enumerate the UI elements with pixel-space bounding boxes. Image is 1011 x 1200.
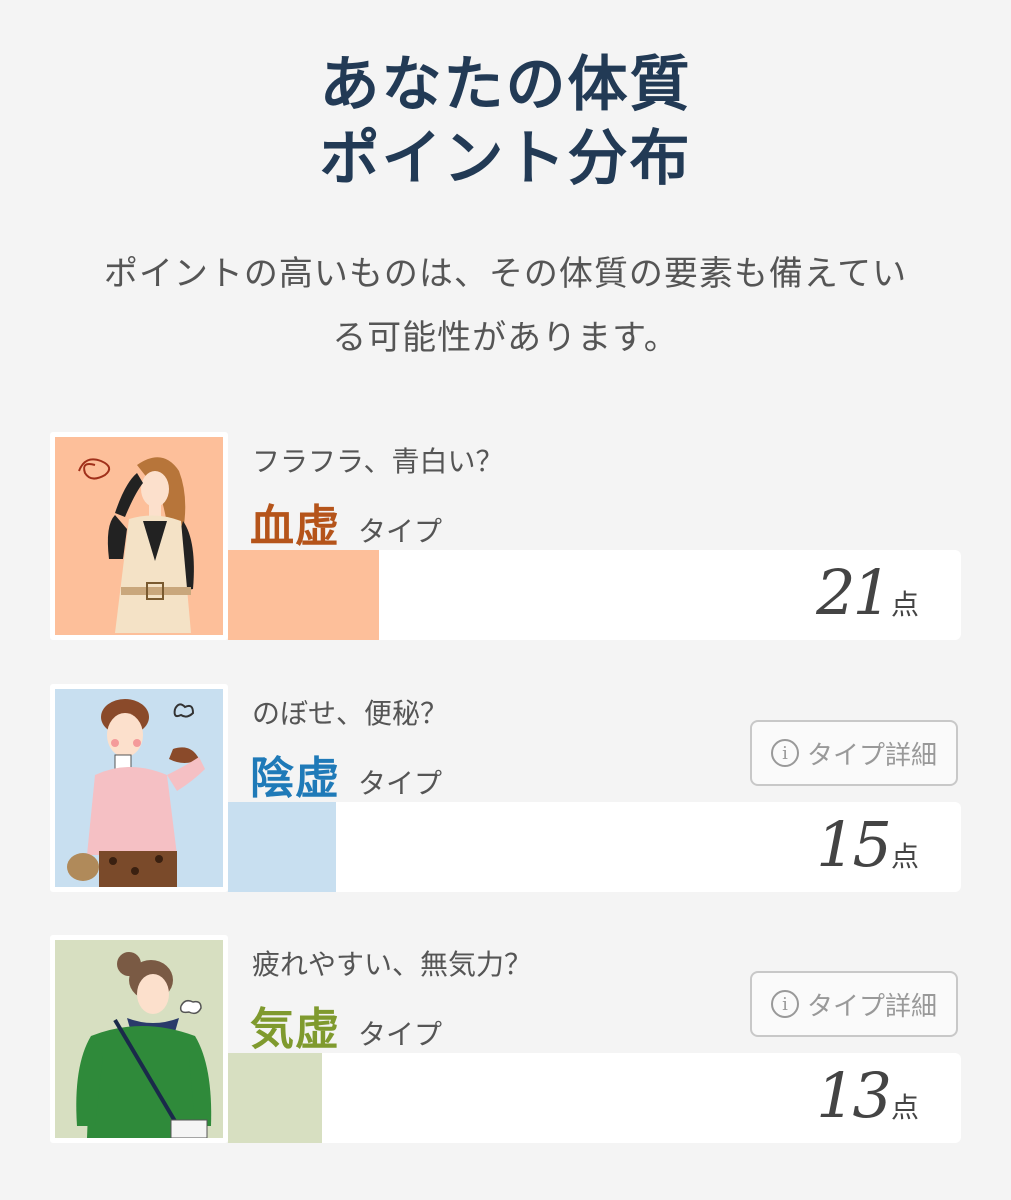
type-detail-button[interactable]: i タイプ詳細 <box>750 971 958 1037</box>
score-bar: 21点 <box>228 550 961 640</box>
type-subtitle: 疲れやすい、無気力？ <box>252 948 533 981</box>
type-suffix: タイプ <box>358 1018 443 1051</box>
page-title-line1: あなたの体質 <box>319 50 692 120</box>
type-heading: 血虚 タイプ <box>250 490 442 554</box>
score-unit: 点 <box>890 1091 919 1124</box>
page-description-line1: ポイントの高いものは、その体質の要素も備えてい <box>103 254 908 294</box>
type-thumbnail <box>50 684 228 892</box>
woman-drinking-illustration-icon <box>55 689 223 887</box>
type-detail-label: タイプ詳細 <box>806 991 937 1022</box>
score-display: 13点 <box>816 1059 919 1132</box>
score-value: 13 <box>816 1059 892 1132</box>
type-card-kikyo[interactable]: 疲れやすい、無気力？ 気虚 タイプ i タイプ詳細 13点 <box>50 935 961 1143</box>
score-bar-fill <box>228 550 379 640</box>
score-value: 15 <box>816 808 892 881</box>
type-card-inkyo[interactable]: のぼせ、便秘？ 陰虚 タイプ i タイプ詳細 15点 <box>50 684 961 892</box>
score-display: 21点 <box>816 556 919 629</box>
score-display: 15点 <box>816 808 919 881</box>
score-unit: 点 <box>890 840 919 873</box>
score-bar: 15点 <box>228 802 961 892</box>
type-heading: 陰虚 タイプ <box>250 742 442 806</box>
type-subtitle: のぼせ、便秘？ <box>252 697 449 730</box>
type-thumbnail <box>50 935 228 1143</box>
type-detail-button[interactable]: i タイプ詳細 <box>750 720 958 786</box>
type-heading: 気虚 タイプ <box>250 993 442 1057</box>
type-thumbnail <box>50 432 228 640</box>
info-icon: i <box>770 739 799 767</box>
info-icon: i <box>770 990 799 1018</box>
type-name: 血虚 <box>250 501 340 552</box>
page-title-line2: ポイント分布 <box>319 124 692 194</box>
type-card-kekkyo[interactable]: フラフラ、青白い？ 血虚 タイプ 21点 <box>50 432 961 640</box>
page-title: あなたの体質 ポイント分布 <box>0 48 1011 196</box>
score-unit: 点 <box>890 588 919 621</box>
score-bar: 13点 <box>228 1053 961 1143</box>
score-bar-fill <box>228 1053 322 1143</box>
woman-dizzy-illustration-icon <box>55 437 223 635</box>
page-description: ポイントの高いものは、その体質の要素も備えてい る可能性があります。 <box>40 242 971 370</box>
woman-tired-illustration-icon <box>55 940 223 1138</box>
type-suffix: タイプ <box>358 767 443 800</box>
score-value: 21 <box>816 556 892 629</box>
type-subtitle: フラフラ、青白い？ <box>252 445 504 478</box>
score-bar-fill <box>228 802 336 892</box>
type-name: 陰虚 <box>250 753 340 804</box>
type-detail-label: タイプ詳細 <box>806 740 937 771</box>
type-name: 気虚 <box>250 1004 340 1055</box>
type-suffix: タイプ <box>358 515 443 548</box>
page-description-line2: る可能性があります。 <box>332 318 679 358</box>
